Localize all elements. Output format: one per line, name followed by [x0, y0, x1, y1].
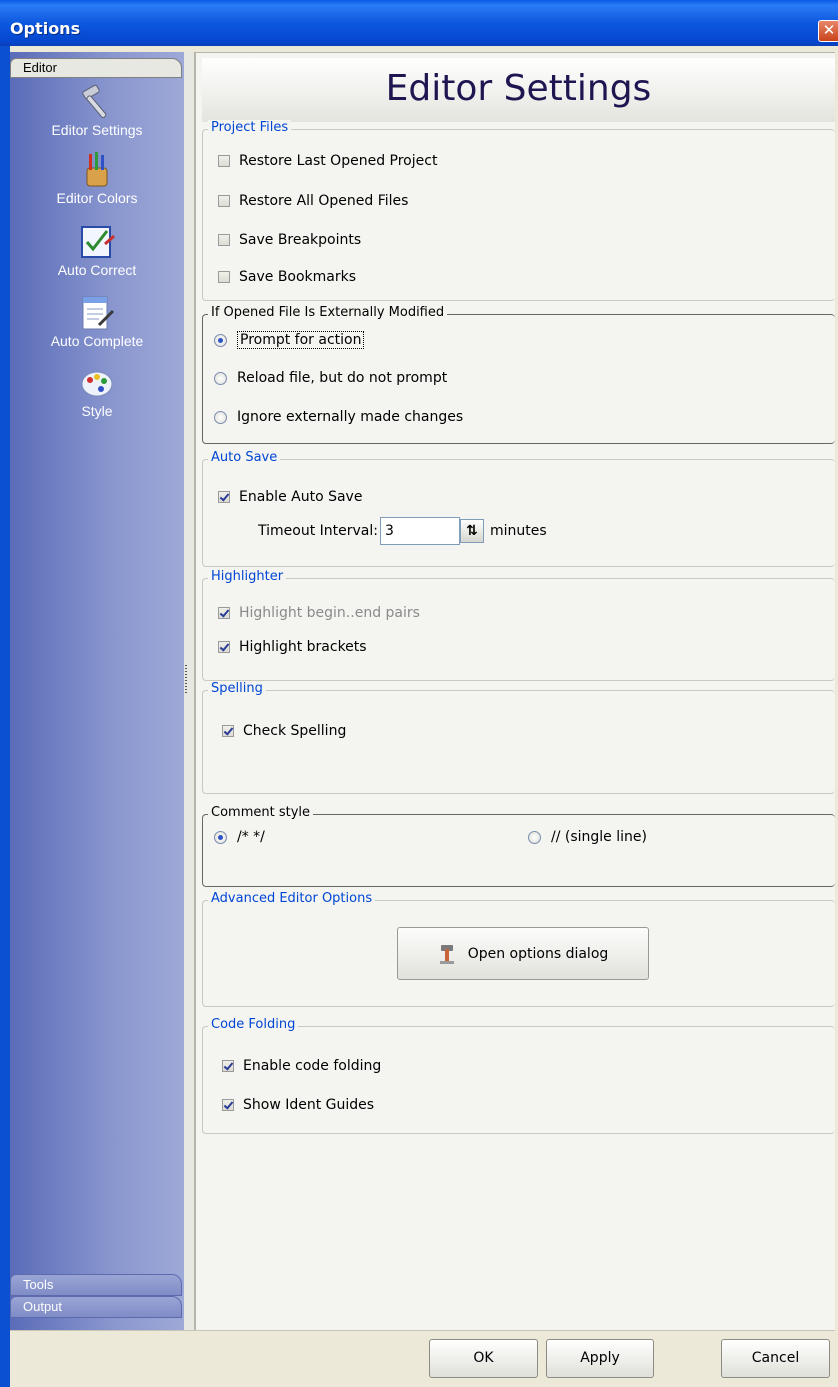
checkbox-box[interactable]: [218, 234, 230, 246]
paintbrushes-icon: [86, 152, 108, 187]
sidebar-item-auto-complete[interactable]: Auto Complete: [10, 293, 184, 349]
checkbox-box[interactable]: [218, 491, 230, 503]
group-title: If Opened File Is Externally Modified: [208, 305, 448, 320]
close-icon[interactable]: ✕: [818, 20, 838, 42]
sidebar-item-editor-settings[interactable]: Editor Settings: [10, 82, 184, 138]
radio-circle[interactable]: [214, 371, 227, 385]
sidebar-item-auto-correct[interactable]: Auto Correct: [10, 222, 184, 278]
hammer-icon: [82, 84, 107, 118]
checkbox-label: Restore Last Opened Project: [239, 153, 438, 169]
check-spelling-checkbox[interactable]: Check Spelling: [222, 723, 346, 739]
checkbox-box[interactable]: [218, 271, 230, 283]
timeout-interval-input[interactable]: 3: [380, 517, 460, 545]
radio-label: // (single line): [551, 829, 647, 845]
highlighter-group: [202, 578, 835, 681]
checkbox-box[interactable]: [222, 1060, 234, 1072]
open-options-dialog-button[interactable]: Open options dialog: [397, 927, 649, 980]
window-frame-left: [0, 46, 10, 1387]
apply-button[interactable]: Apply: [546, 1339, 654, 1378]
enable-auto-save-checkbox[interactable]: Enable Auto Save: [218, 489, 362, 505]
comment-style-group: [202, 814, 835, 887]
checkbox-box[interactable]: [218, 641, 230, 653]
checkbox-label: Enable Auto Save: [239, 489, 363, 505]
radio-label: Prompt for action: [237, 331, 365, 349]
checkbox-label: Show Ident Guides: [243, 1097, 375, 1113]
ignore-changes-radio[interactable]: Ignore externally made changes: [214, 409, 463, 425]
checkbox-box[interactable]: [218, 195, 230, 207]
dialog-button-bar: [10, 1330, 835, 1387]
sidebar-item-style[interactable]: Style: [10, 363, 184, 419]
checkbox-box[interactable]: [218, 155, 230, 167]
single-line-comment-radio[interactable]: // (single line): [528, 829, 647, 845]
group-title: Spelling: [208, 681, 266, 696]
wrench-icon: [439, 944, 454, 964]
checkbox-label: Highlight brackets: [239, 639, 367, 655]
radio-label: Ignore externally made changes: [237, 409, 464, 425]
sidebar-item-label: Auto Correct: [57, 262, 137, 278]
group-title: Project Files: [208, 120, 292, 135]
show-ident-guides-checkbox[interactable]: Show Ident Guides: [222, 1097, 374, 1113]
auto-save-group: [202, 459, 835, 567]
cancel-button[interactable]: Cancel: [721, 1339, 830, 1378]
group-title: Advanced Editor Options: [208, 891, 376, 906]
spelling-group: [202, 690, 835, 794]
checkbox-box[interactable]: [222, 1099, 234, 1111]
tab-editor[interactable]: Editor: [10, 58, 182, 78]
checkbox-label: Save Breakpoints: [239, 232, 362, 248]
splitter-grip[interactable]: [185, 665, 187, 693]
checkbox-label: Enable code folding: [243, 1058, 382, 1074]
palette-icon: [81, 371, 113, 397]
checkbox-label: Check Spelling: [243, 723, 347, 739]
highlight-begin-end-checkbox[interactable]: Highlight begin..end pairs: [218, 605, 420, 621]
page-title: Editor Settings: [385, 68, 652, 109]
radio-circle[interactable]: [214, 410, 227, 424]
reload-file-radio[interactable]: Reload file, but do not prompt: [214, 370, 447, 386]
group-title: Auto Save: [208, 450, 281, 465]
group-title: Code Folding: [208, 1017, 299, 1032]
checkbox-box[interactable]: [222, 725, 234, 737]
radio-circle[interactable]: [214, 333, 227, 347]
save-bookmarks-checkbox[interactable]: Save Bookmarks: [218, 269, 356, 285]
checklist-icon: [81, 226, 115, 258]
checkbox-label: Restore All Opened Files: [239, 193, 409, 209]
block-comment-radio[interactable]: /* */: [214, 829, 265, 845]
highlight-brackets-checkbox[interactable]: Highlight brackets: [218, 639, 367, 655]
save-breakpoints-checkbox[interactable]: Save Breakpoints: [218, 232, 361, 248]
radio-label: Reload file, but do not prompt: [237, 370, 448, 386]
restore-all-files-checkbox[interactable]: Restore All Opened Files: [218, 193, 408, 209]
group-title: Highlighter: [208, 569, 287, 584]
timeout-interval-label: Timeout Interval:: [258, 523, 378, 539]
code-folding-group: [202, 1026, 835, 1134]
tab-output[interactable]: Output: [10, 1296, 182, 1318]
sidebar-item-label: Style: [81, 403, 113, 419]
sidebar: Editor Editor Settings Editor Colors Aut…: [10, 52, 184, 1330]
spinner-arrows-icon[interactable]: ⇅: [460, 519, 484, 543]
button-label: Open options dialog: [467, 945, 609, 962]
prompt-for-action-radio[interactable]: Prompt for action: [214, 331, 365, 349]
ok-button[interactable]: OK: [429, 1339, 538, 1378]
radio-circle[interactable]: [214, 830, 227, 844]
radio-circle[interactable]: [528, 830, 541, 844]
sidebar-item-label: Editor Colors: [56, 190, 138, 206]
checkbox-label: Highlight begin..end pairs: [239, 605, 420, 621]
tab-tools[interactable]: Tools: [10, 1274, 182, 1296]
checkbox-box[interactable]: [218, 607, 230, 619]
minutes-label: minutes: [490, 523, 547, 539]
sidebar-item-editor-colors[interactable]: Editor Colors: [10, 150, 184, 206]
restore-last-project-checkbox[interactable]: Restore Last Opened Project: [218, 153, 437, 169]
sidebar-item-label: Editor Settings: [51, 122, 143, 138]
document-pencil-icon: [82, 296, 115, 330]
window-title: Options: [10, 19, 81, 38]
checkbox-label: Save Bookmarks: [239, 269, 357, 285]
radio-label: /* */: [237, 829, 265, 845]
group-title: Comment style: [208, 805, 313, 820]
title-bar: Options ✕: [0, 0, 838, 46]
sidebar-item-label: Auto Complete: [50, 333, 144, 349]
enable-code-folding-checkbox[interactable]: Enable code folding: [222, 1058, 381, 1074]
